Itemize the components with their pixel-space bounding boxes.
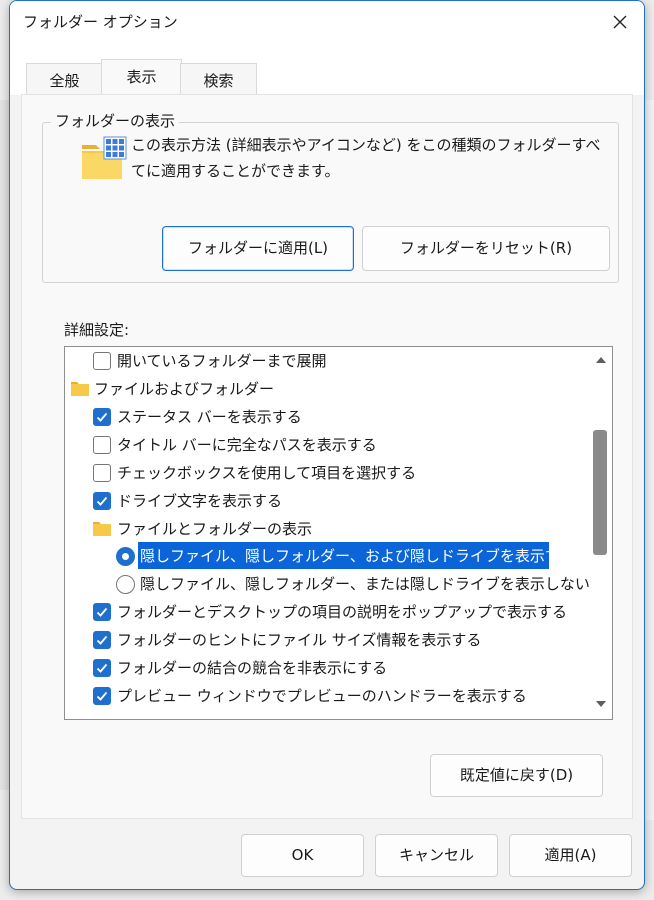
- close-icon: [613, 15, 627, 29]
- tree-item[interactable]: フォルダーの結合の競合を非表示にする: [65, 654, 585, 682]
- tree-item-selected[interactable]: 隠しファイル、隠しフォルダー、および隠しドライブを表示する: [65, 542, 585, 570]
- view-tab-panel: フォルダーの表示 この表示方法 (詳細表示やアイコンなど) をこの種類のフォルダ…: [21, 94, 633, 819]
- title-bar: フォルダー オプション: [10, 1, 644, 43]
- check-icon: [96, 635, 108, 645]
- button-label: キャンセル: [398, 846, 474, 864]
- radio-selected[interactable]: [116, 547, 135, 566]
- tree-item[interactable]: ファイルとフォルダーの表示: [65, 515, 585, 543]
- cancel-button[interactable]: キャンセル: [375, 834, 498, 877]
- tree-item[interactable]: 隠しファイル、隠しフォルダー、または隠しドライブを表示しない: [65, 570, 590, 598]
- scroll-down-icon[interactable]: [594, 697, 608, 711]
- folder-icon: [71, 382, 89, 396]
- reset-folders-button[interactable]: フォルダーをリセット(R): [362, 226, 610, 271]
- scroll-up-icon[interactable]: [594, 353, 608, 367]
- checkbox-checked[interactable]: [93, 408, 111, 426]
- checkbox-checked[interactable]: [93, 603, 111, 621]
- window-title: フォルダー オプション: [23, 13, 178, 31]
- tree-item-label: ファイルとフォルダーの表示: [117, 520, 313, 538]
- ok-button[interactable]: OK: [241, 834, 364, 877]
- restore-defaults-button[interactable]: 既定値に戻す(D): [430, 754, 603, 797]
- folder-options-dialog: フォルダー オプション 全般 表示 検索 フォルダーの表示 この表示方法 (詳細…: [9, 0, 645, 890]
- checkbox[interactable]: [93, 436, 111, 454]
- tree-item-label: フォルダーのヒントにファイル サイズ情報を表示する: [117, 631, 482, 649]
- group-legend: フォルダーの表示: [51, 110, 180, 131]
- tree-item-label: 開いているフォルダーまで展開: [117, 352, 327, 370]
- description-line: てに適用することができます。: [131, 162, 340, 180]
- tree-item-label: チェックボックスを使用して項目を選択する: [117, 464, 417, 482]
- vertical-scrollbar[interactable]: [590, 347, 612, 719]
- tree-item[interactable]: チェックボックスを使用して項目を選択する: [65, 459, 585, 487]
- tree-item[interactable]: フォルダーとデスクトップの項目の説明をポップアップで表示する: [65, 598, 585, 626]
- button-label: OK: [291, 846, 314, 864]
- check-icon: [96, 663, 108, 673]
- tree-item[interactable]: ステータス バーを表示する: [65, 403, 585, 431]
- tree-item-label: プレビュー ウィンドウでプレビューのハンドラーを表示する: [117, 687, 527, 705]
- tree-item-label: フォルダーの結合の競合を非表示にする: [117, 659, 388, 677]
- button-label: フォルダーに適用(L): [187, 239, 329, 257]
- button-label: 適用(A): [544, 846, 597, 864]
- check-icon: [96, 607, 108, 617]
- apply-button[interactable]: 適用(A): [509, 834, 632, 877]
- tree-item[interactable]: フォルダーのヒントにファイル サイズ情報を表示する: [65, 626, 585, 654]
- tree-item-label: フォルダーとデスクトップの項目の説明をポップアップで表示する: [117, 603, 568, 621]
- tree-item[interactable]: ドライブ文字を表示する: [65, 487, 585, 515]
- tree-item-label: ドライブ文字を表示する: [117, 492, 283, 510]
- checkbox-checked[interactable]: [93, 631, 111, 649]
- check-icon: [96, 412, 108, 422]
- tab-bar: 全般 表示 検索: [10, 43, 644, 96]
- folder-view-description: この表示方法 (詳細表示やアイコンなど) をこの種類のフォルダーすべ てに適用す…: [131, 132, 621, 184]
- checkbox-checked[interactable]: [93, 492, 111, 510]
- description-line: この表示方法 (詳細表示やアイコンなど) をこの種類のフォルダーすべ: [131, 136, 601, 154]
- advanced-settings-tree[interactable]: 開いているフォルダーまで展開 ファイルおよびフォルダー ステータス バーを表示す…: [64, 346, 613, 720]
- tree-item[interactable]: 開いているフォルダーまで展開: [65, 347, 585, 375]
- tree-item-label: 隠しファイル、隠しフォルダー、または隠しドライブを表示しない: [140, 575, 590, 593]
- tab-general[interactable]: 全般: [26, 63, 103, 95]
- tree-item-label: タイトル バーに完全なパスを表示する: [117, 436, 377, 454]
- tree-item-label: 隠しファイル、隠しフォルダー、および隠しドライブを表示する: [140, 547, 575, 565]
- tree-item[interactable]: タイトル バーに完全なパスを表示する: [65, 431, 585, 459]
- tab-label: 表示: [126, 68, 157, 86]
- close-button[interactable]: [605, 7, 635, 37]
- advanced-settings-label: 詳細設定:: [64, 321, 130, 339]
- button-label: フォルダーをリセット(R): [399, 239, 573, 257]
- folder-view-group: フォルダーの表示 この表示方法 (詳細表示やアイコンなど) をこの種類のフォルダ…: [42, 110, 621, 283]
- checkbox[interactable]: [93, 352, 111, 370]
- folder-icon: [93, 522, 111, 536]
- checkbox-checked[interactable]: [93, 659, 111, 677]
- button-label: 既定値に戻す(D): [459, 766, 574, 784]
- tab-search[interactable]: 検索: [180, 63, 257, 95]
- check-icon: [96, 691, 108, 701]
- check-icon: [96, 496, 108, 506]
- tree-item[interactable]: プレビュー ウィンドウでプレビューのハンドラーを表示する: [65, 682, 585, 710]
- tab-view[interactable]: 表示: [101, 59, 182, 96]
- checkbox-checked[interactable]: [93, 687, 111, 705]
- tree-item-label: ステータス バーを表示する: [117, 408, 302, 426]
- apply-to-folders-button[interactable]: フォルダーに適用(L): [162, 226, 354, 271]
- tree-item-label: ファイルおよびフォルダー: [94, 380, 275, 398]
- tree-item[interactable]: ファイルおよびフォルダー: [65, 375, 585, 403]
- folder-view-icon: [82, 136, 127, 179]
- radio[interactable]: [116, 575, 135, 594]
- checkbox[interactable]: [93, 464, 111, 482]
- background-window-edge-right: [644, 100, 654, 820]
- tab-label: 全般: [49, 72, 80, 90]
- scroll-thumb[interactable]: [593, 430, 607, 555]
- tab-label: 検索: [203, 72, 234, 90]
